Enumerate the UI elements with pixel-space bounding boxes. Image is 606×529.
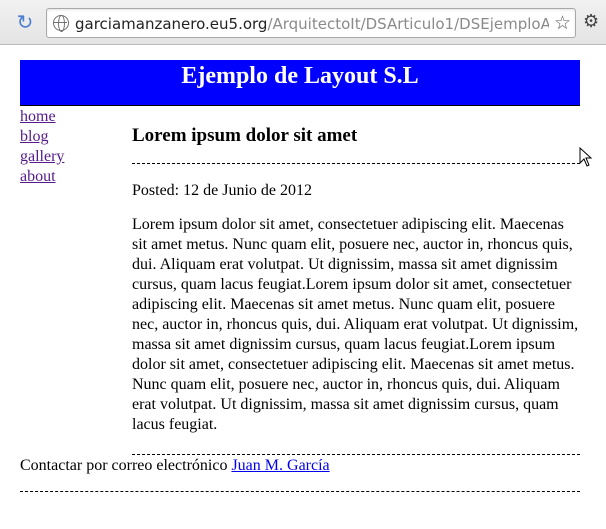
wrench-icon[interactable]: ⚙ [583,11,599,33]
url-text[interactable]: garciamanzanero.eu5.org/ArquitectoIt/DSA… [75,14,549,34]
nav-link-blog[interactable]: blog [20,127,120,147]
reload-icon[interactable]: ↻ [14,11,36,33]
url-host: garciamanzanero.eu5.org [75,15,268,33]
site-title: Ejemplo de Layout S.L [181,63,419,89]
nav-link-about[interactable]: about [20,167,120,187]
browser-toolbar: ↻ garciamanzanero.eu5.org/ArquitectoIt/D… [0,0,606,45]
posted-date: Posted: 12 de Junio de 2012 [132,182,312,199]
nav-link-home[interactable]: home [20,107,120,127]
globe-icon[interactable] [53,15,69,32]
mouse-cursor-icon [579,147,593,167]
star-icon[interactable]: ☆ [554,11,571,35]
article-body: Lorem ipsum dolor sit amet, consectetuer… [132,216,579,433]
article-divider [132,454,580,455]
author-email-link[interactable]: Juan M. García [231,457,329,474]
address-bar[interactable]: garciamanzanero.eu5.org/ArquitectoIt/DSA… [46,8,576,38]
article: Lorem ipsum dolor sit amet Posted: 12 de… [132,124,580,435]
url-path: /ArquitectoIt/DSArticulo1/DSEjemploArtic… [267,15,549,33]
article-title: Lorem ipsum dolor sit amet [132,124,580,164]
contact-text: Contactar por correo electrónico [20,457,228,474]
sidebar-nav: home blog gallery about [20,107,120,187]
page-footer: Contactar por correo electrónico Juan M.… [20,456,580,492]
site-header: Ejemplo de Layout S.L [20,60,580,106]
nav-link-gallery[interactable]: gallery [20,147,120,167]
